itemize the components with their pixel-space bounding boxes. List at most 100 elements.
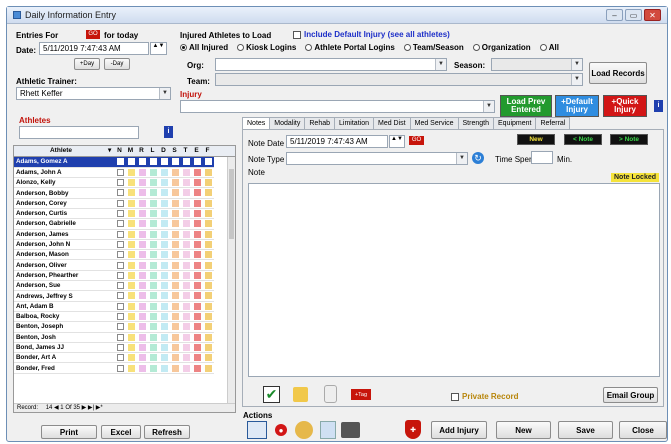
tab-notes[interactable]: Notes	[242, 117, 271, 129]
flag-column-header[interactable]: D	[158, 146, 169, 156]
table-row[interactable]: Anderson, Mason	[14, 249, 214, 261]
flag-checkbox[interactable]	[161, 230, 168, 238]
athlete-search-input[interactable]	[19, 126, 139, 139]
flag-checkbox[interactable]	[194, 333, 201, 341]
flag-checkbox[interactable]	[117, 313, 124, 321]
flag-checkbox[interactable]	[161, 313, 168, 321]
flag-checkbox[interactable]	[128, 271, 135, 279]
flag-checkbox[interactable]	[139, 230, 146, 238]
flag-checkbox[interactable]	[183, 251, 190, 259]
flag-checkbox[interactable]	[172, 189, 179, 197]
minimize-button[interactable]: ‒	[606, 9, 623, 21]
table-row[interactable]: Bonder, Fred	[14, 362, 214, 374]
scroll-thumb[interactable]	[229, 169, 234, 239]
flag-checkbox[interactable]	[172, 313, 179, 321]
flag-checkbox[interactable]	[161, 271, 168, 279]
flag-checkbox[interactable]	[117, 302, 124, 310]
flag-checkbox[interactable]	[161, 240, 168, 248]
table-row[interactable]: Anderson, Sue	[14, 280, 214, 292]
flag-checkbox[interactable]	[150, 251, 157, 259]
flag-column-header[interactable]: T	[180, 146, 191, 156]
flag-checkbox[interactable]	[139, 189, 146, 197]
flag-checkbox[interactable]	[205, 313, 212, 321]
flag-checkbox[interactable]	[161, 199, 168, 207]
flag-checkbox[interactable]	[183, 282, 190, 290]
flag-checkbox[interactable]	[150, 210, 157, 218]
flag-column-header[interactable]: M	[125, 146, 136, 156]
flag-checkbox[interactable]	[161, 261, 168, 269]
flag-checkbox[interactable]	[139, 323, 146, 331]
radio-kiosk-logins[interactable]: Kiosk Logins	[237, 43, 296, 52]
minus-day-button[interactable]: -Day	[104, 58, 130, 70]
flag-checkbox[interactable]	[128, 343, 135, 351]
radio-all[interactable]: All	[539, 43, 559, 52]
flag-checkbox[interactable]	[194, 271, 201, 279]
flag-checkbox[interactable]	[150, 302, 157, 310]
flag-checkbox[interactable]	[161, 282, 168, 290]
flag-checkbox[interactable]	[139, 313, 146, 321]
flag-column-header[interactable]: E	[191, 146, 202, 156]
table-row[interactable]: Anderson, Oliver	[14, 259, 214, 271]
flag-checkbox[interactable]	[150, 240, 157, 248]
table-row[interactable]: Ant, Adam B	[14, 301, 214, 312]
flag-checkbox[interactable]	[183, 302, 190, 310]
table-row[interactable]: Anderson, John N	[14, 239, 214, 251]
table-row[interactable]: Andrews, Jeffrey S	[14, 290, 214, 302]
flag-checkbox[interactable]	[139, 333, 146, 341]
flag-checkbox[interactable]	[150, 158, 157, 166]
flag-checkbox[interactable]	[150, 343, 157, 351]
flag-checkbox[interactable]	[205, 292, 212, 300]
flag-checkbox[interactable]	[139, 158, 146, 166]
flag-checkbox[interactable]	[205, 323, 212, 331]
flag-checkbox[interactable]	[150, 313, 157, 321]
flag-checkbox[interactable]	[172, 230, 179, 238]
flag-checkbox[interactable]	[150, 199, 157, 207]
flag-checkbox[interactable]	[194, 343, 201, 351]
add-injury-button[interactable]: Add Injury	[431, 421, 487, 439]
pencil-note-icon[interactable]	[293, 387, 308, 402]
flag-checkbox[interactable]	[139, 251, 146, 259]
flag-checkbox[interactable]	[128, 189, 135, 197]
flag-checkbox[interactable]	[128, 261, 135, 269]
flag-checkbox[interactable]	[194, 158, 201, 166]
flag-checkbox[interactable]	[128, 179, 135, 187]
include-default-checkbox[interactable]: Include Default Injury (see all athletes…	[293, 30, 450, 39]
entry-date-field[interactable]: 5/11/2019 7:47:43 AM	[39, 42, 149, 55]
calendar-icon[interactable]	[247, 421, 267, 439]
athlete-column-header[interactable]: Athlete	[14, 146, 108, 156]
athletic-trainer-select[interactable]: Rhett Keffer ▼	[16, 87, 171, 100]
flag-checkbox[interactable]	[172, 354, 179, 362]
flag-checkbox[interactable]	[150, 230, 157, 238]
flag-checkbox[interactable]	[194, 230, 201, 238]
flag-checkbox[interactable]	[139, 282, 146, 290]
flag-checkbox[interactable]	[128, 323, 135, 331]
flag-checkbox[interactable]	[128, 230, 135, 238]
tab-equipment[interactable]: Equipment	[492, 117, 537, 129]
flag-checkbox[interactable]	[117, 323, 124, 331]
tab-strength[interactable]: Strength	[457, 117, 494, 129]
flag-checkbox[interactable]	[194, 251, 201, 259]
save-button[interactable]: Save	[558, 421, 613, 439]
flag-checkbox[interactable]	[183, 313, 190, 321]
new-note-button[interactable]: New	[517, 134, 555, 145]
flag-checkbox[interactable]	[194, 364, 201, 372]
flag-checkbox[interactable]	[117, 251, 124, 259]
flag-checkbox[interactable]	[172, 323, 179, 331]
approve-check-icon[interactable]: ✔	[263, 386, 280, 403]
flag-checkbox[interactable]	[183, 199, 190, 207]
flag-checkbox[interactable]	[139, 168, 146, 176]
flag-checkbox[interactable]	[128, 292, 135, 300]
print-button[interactable]: Print	[41, 425, 97, 439]
team-select[interactable]: ▼	[215, 73, 583, 86]
table-row[interactable]: Bond, James JJ	[14, 342, 214, 354]
flag-checkbox[interactable]	[194, 302, 201, 310]
flag-checkbox[interactable]	[205, 179, 212, 187]
flag-checkbox[interactable]	[172, 240, 179, 248]
flag-checkbox[interactable]	[150, 179, 157, 187]
flag-checkbox[interactable]	[117, 158, 124, 166]
flag-checkbox[interactable]	[172, 282, 179, 290]
flag-checkbox[interactable]	[117, 179, 124, 187]
table-row[interactable]: Benton, Josh	[14, 332, 214, 343]
flag-checkbox[interactable]	[150, 220, 157, 228]
flag-checkbox[interactable]	[139, 179, 146, 187]
